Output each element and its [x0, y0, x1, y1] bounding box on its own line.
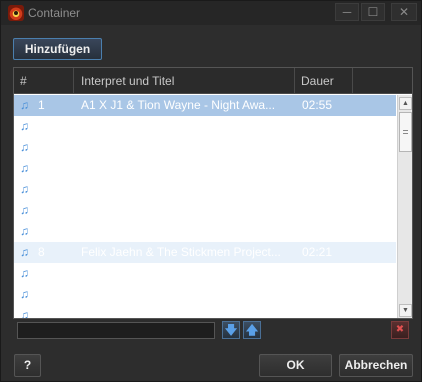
vertical-scrollbar[interactable]: ▲ ▼ [397, 95, 412, 318]
music-note-icon: ♫ [20, 161, 29, 175]
table-row[interactable]: ♫ [14, 116, 396, 137]
container-window: Container ─ ☐ ✕ Hinzufügen # Interpret u… [0, 0, 422, 382]
table-row[interactable]: ♫ [14, 284, 396, 305]
music-note-icon: ♫ [20, 140, 29, 154]
table-row[interactable]: ♫ 8 Felix Jaehn & The Stickmen Project... 0… [14, 242, 396, 263]
music-note-icon: ♫ [20, 266, 29, 280]
cell-duration: 02:55 [302, 98, 333, 112]
ok-button[interactable]: OK [259, 354, 332, 377]
table-row[interactable]: ♫ [14, 137, 396, 158]
maximize-button[interactable]: ☐ [361, 3, 385, 21]
app-icon [8, 5, 24, 21]
column-header-number[interactable]: # [14, 68, 74, 94]
table-row[interactable]: ♫ [14, 179, 396, 200]
move-down-button[interactable]: 🡇 [222, 321, 240, 339]
close-button[interactable]: ✕ [391, 3, 417, 21]
cell-number: 8 [38, 245, 45, 259]
add-button[interactable]: Hinzufügen [13, 38, 102, 60]
cell-title: Felix Jaehn & The Stickmen Project... [81, 245, 281, 259]
table-row[interactable]: ♫ [14, 305, 396, 319]
cell-duration: 02:21 [302, 245, 333, 259]
music-note-icon: ♫ [20, 224, 29, 238]
move-up-button[interactable]: 🡅 [243, 321, 261, 339]
scroll-up-icon[interactable]: ▲ [399, 97, 412, 110]
help-button[interactable]: ? [14, 354, 41, 377]
cancel-button[interactable]: Abbrechen [339, 354, 413, 377]
arrow-down-icon: 🡇 [224, 323, 238, 337]
track-table: # Interpret und Titel Dauer ♫ 1 A1 X J1 & … [13, 67, 413, 319]
cell-title: A1 X J1 & Tion Wayne - Night Awa... [81, 98, 276, 112]
cell-number: 1 [38, 98, 45, 112]
table-row[interactable]: ♫ [14, 263, 396, 284]
column-header-title[interactable]: Interpret und Titel [74, 68, 295, 94]
delete-icon: ✖ [395, 324, 405, 335]
window-title: Container [28, 6, 81, 20]
music-note-icon: ♫ [20, 287, 29, 301]
music-note-icon: ♫ [20, 98, 29, 112]
scroll-down-icon[interactable]: ▼ [399, 304, 412, 317]
table-row[interactable]: ♫ [14, 158, 396, 179]
music-note-icon: ♫ [20, 119, 29, 133]
scroll-thumb[interactable] [399, 112, 412, 152]
music-note-icon: ♫ [20, 308, 29, 319]
column-header-duration[interactable]: Dauer [295, 68, 353, 94]
grip-icon [403, 130, 408, 134]
table-rows: ♫ 1 A1 X J1 & Tion Wayne - Night Awa... 02:… [14, 95, 396, 319]
column-header-filler [353, 68, 412, 94]
remove-button[interactable]: ✖ [391, 321, 409, 339]
arrow-up-icon: 🡅 [245, 323, 259, 337]
music-note-icon: ♫ [20, 245, 29, 259]
table-row[interactable]: ♫ [14, 221, 396, 242]
table-row[interactable]: ♫ [14, 200, 396, 221]
filter-input[interactable] [17, 322, 215, 339]
minimize-button[interactable]: ─ [335, 3, 359, 21]
table-row[interactable]: ♫ 1 A1 X J1 & Tion Wayne - Night Awa... 02:… [14, 95, 396, 116]
music-note-icon: ♫ [20, 182, 29, 196]
music-note-icon: ♫ [20, 203, 29, 217]
title-bar[interactable]: Container ─ ☐ ✕ [1, 1, 421, 25]
table-header: # Interpret und Titel Dauer [14, 68, 412, 94]
